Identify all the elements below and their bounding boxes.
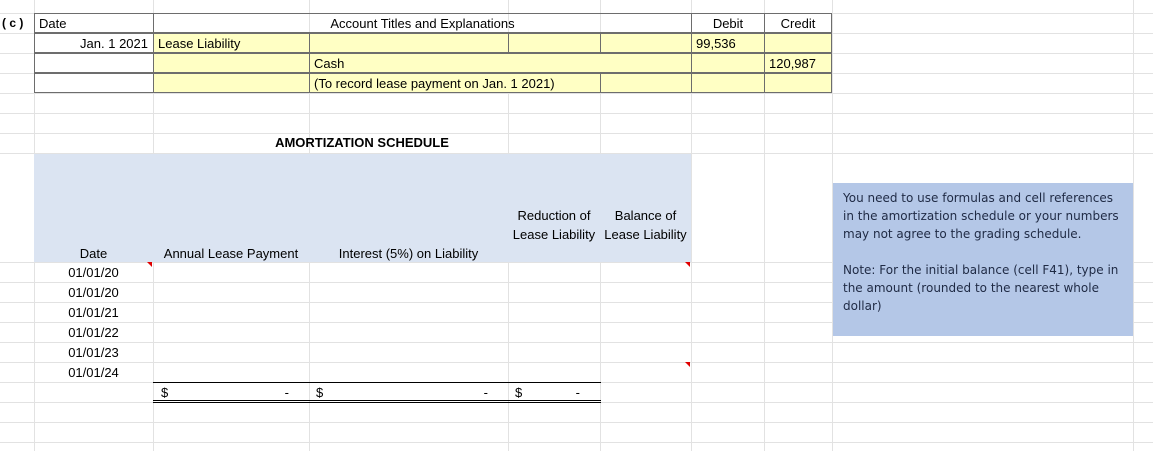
schedule-header-payment: Annual Lease Payment xyxy=(163,246,299,261)
journal-row1-extra-b[interactable] xyxy=(600,33,692,53)
journal-row3-debit[interactable] xyxy=(691,73,765,93)
journal-header-account: Account Titles and Explanations xyxy=(153,13,692,33)
journal-row3-extra[interactable] xyxy=(600,73,692,93)
journal-row1-debit[interactable]: 99,536 xyxy=(691,33,765,53)
journal-row3-account[interactable] xyxy=(153,73,310,93)
journal-row3-explanation[interactable]: (To record lease payment on Jan. 1 2021) xyxy=(309,73,601,93)
journal-header-date: Date xyxy=(34,13,154,33)
journal-row1-explanation[interactable] xyxy=(309,33,509,53)
instruction-note-text: You need to use formulas and cell refere… xyxy=(843,191,1119,241)
journal-row2-credit[interactable]: 120,987 xyxy=(764,53,832,73)
schedule-header-balance: Balance of Lease Liability xyxy=(604,208,687,242)
journal-row2-date[interactable] xyxy=(34,53,154,73)
schedule-date-cell[interactable]: 01/01/20 xyxy=(34,263,153,283)
journal-row1-extra-a[interactable] xyxy=(508,33,601,53)
journal-header-credit: Credit xyxy=(764,13,832,33)
journal-row3-date[interactable] xyxy=(34,73,154,93)
schedule-header-date: Date xyxy=(79,246,108,261)
schedule-date-cell[interactable]: 01/01/24 xyxy=(34,363,153,383)
schedule-header-interest: Interest (5%) on Liability xyxy=(338,246,479,261)
total-interest-currency: $ xyxy=(316,385,324,400)
schedule-date-cell[interactable]: 01/01/20 xyxy=(34,283,153,303)
schedule-date-cell[interactable]: 01/01/21 xyxy=(34,303,153,323)
part-label: ( c ) xyxy=(2,16,24,30)
journal-row2-explanation[interactable]: Cash xyxy=(309,53,692,73)
instruction-note: You need to use formulas and cell refere… xyxy=(833,183,1133,336)
total-interest-value[interactable]: - xyxy=(460,383,504,403)
journal-header-debit: Debit xyxy=(691,13,765,33)
schedule-header-reduction: Reduction of Lease Liability xyxy=(512,208,596,242)
total-payment-value[interactable]: - xyxy=(260,383,305,403)
comment-marker[interactable] xyxy=(685,262,690,267)
journal-row1-account[interactable]: Lease Liability xyxy=(153,33,310,53)
total-payment-currency: $ xyxy=(161,385,169,400)
schedule-date-cell[interactable]: 01/01/22 xyxy=(34,323,153,343)
total-reduction-currency: $ xyxy=(515,385,523,400)
comment-marker[interactable] xyxy=(685,362,690,367)
journal-row1-credit[interactable] xyxy=(764,33,832,53)
schedule-title: AMORTIZATION SCHEDULE xyxy=(275,135,449,150)
total-reduction-value[interactable]: - xyxy=(556,383,596,403)
journal-row3-credit[interactable] xyxy=(764,73,832,93)
instruction-note-initial-balance: Note: For the initial balance (cell F41)… xyxy=(843,263,1119,313)
schedule-date-cell[interactable]: 01/01/23 xyxy=(34,343,153,363)
journal-row2-debit[interactable] xyxy=(691,53,765,73)
journal-row1-date[interactable]: Jan. 1 2021 xyxy=(34,33,154,53)
journal-row2-account[interactable] xyxy=(153,53,310,73)
